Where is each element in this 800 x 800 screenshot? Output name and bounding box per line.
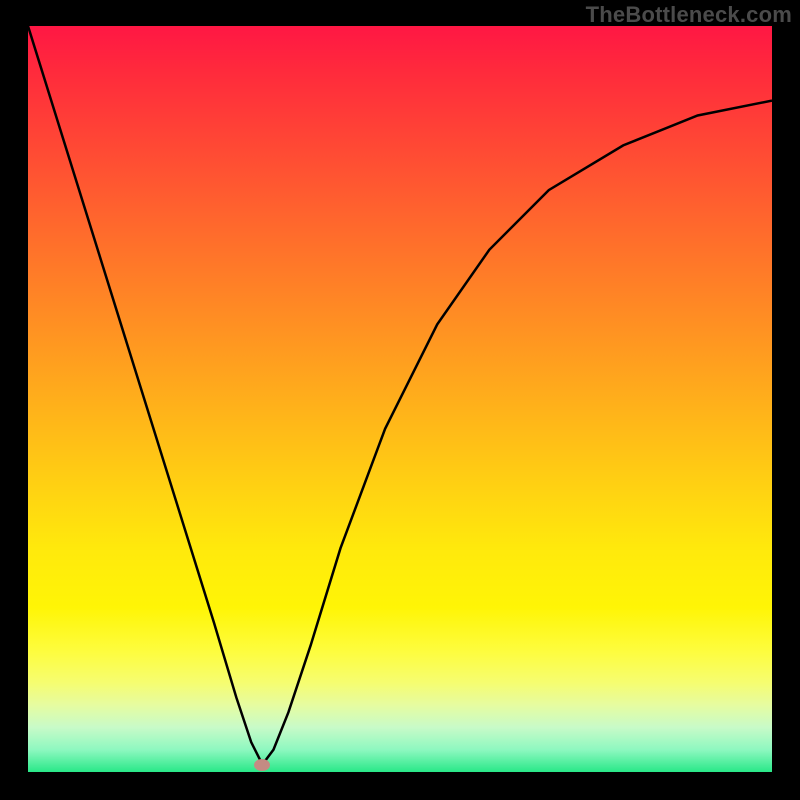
plot-area xyxy=(28,26,772,772)
optimal-point-marker xyxy=(254,759,270,771)
watermark-text: TheBottleneck.com xyxy=(586,2,792,28)
chart-frame: TheBottleneck.com xyxy=(0,0,800,800)
bottleneck-curve xyxy=(28,26,772,772)
